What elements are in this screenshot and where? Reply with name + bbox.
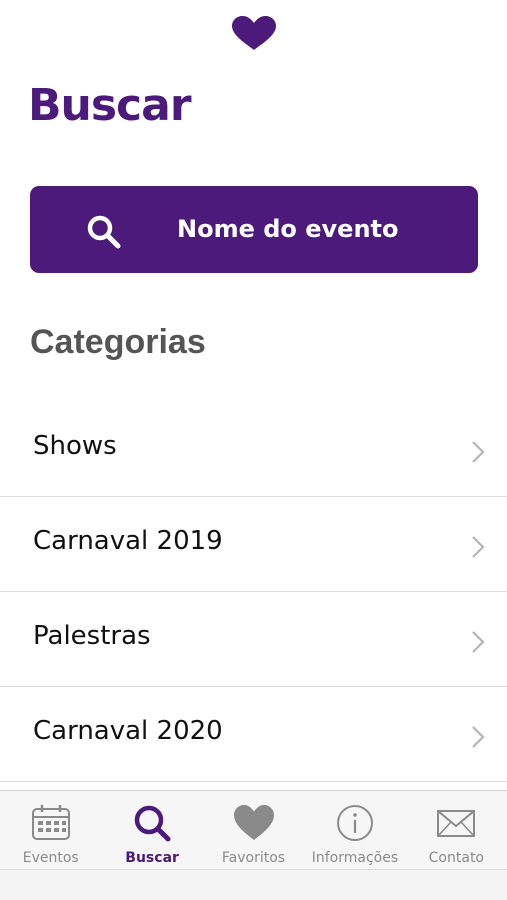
chevron-right-icon [472, 441, 485, 463]
chevron-right-icon [472, 726, 485, 748]
category-label: Shows [33, 431, 117, 461]
page-title: Buscar [28, 80, 192, 131]
calendar-icon [31, 805, 70, 840]
category-item-shows[interactable]: Shows [0, 402, 507, 497]
bottom-tab-bar: Eventos Buscar Favoritos Informações Con… [0, 790, 507, 870]
category-label: Palestras [33, 621, 151, 651]
categories-heading: Categorias [30, 323, 206, 361]
tab-informacoes[interactable]: Informações [304, 791, 405, 869]
category-label: Carnaval 2020 [33, 716, 223, 746]
tab-label: Informações [311, 850, 399, 866]
envelope-icon [437, 810, 476, 837]
info-icon [336, 805, 373, 841]
tab-buscar[interactable]: Buscar [101, 791, 202, 869]
tab-label: Contato [428, 850, 484, 866]
tab-label: Favoritos [221, 850, 286, 866]
heart-logo-icon [232, 16, 276, 50]
category-item-palestras[interactable]: Palestras [0, 592, 507, 687]
chevron-right-icon [472, 536, 485, 558]
search-button-label: Nome do evento [177, 215, 399, 243]
home-indicator-area [0, 870, 507, 900]
search-icon [87, 215, 121, 249]
tab-label: Buscar [125, 850, 179, 866]
category-item-carnaval-2019[interactable]: Carnaval 2019 [0, 497, 507, 592]
search-event-button[interactable]: Nome do evento [30, 186, 478, 273]
tab-label: Eventos [22, 850, 79, 866]
category-label: Carnaval 2019 [33, 526, 223, 556]
search-icon [134, 805, 171, 842]
category-list: Shows Carnaval 2019 Palestras Carnaval 2… [0, 402, 507, 782]
tab-eventos[interactable]: Eventos [0, 791, 101, 869]
tab-favoritos[interactable]: Favoritos [203, 791, 304, 869]
chevron-right-icon [472, 631, 485, 653]
category-item-carnaval-2020[interactable]: Carnaval 2020 [0, 687, 507, 782]
tab-contato[interactable]: Contato [406, 791, 507, 869]
heart-icon [233, 805, 274, 840]
